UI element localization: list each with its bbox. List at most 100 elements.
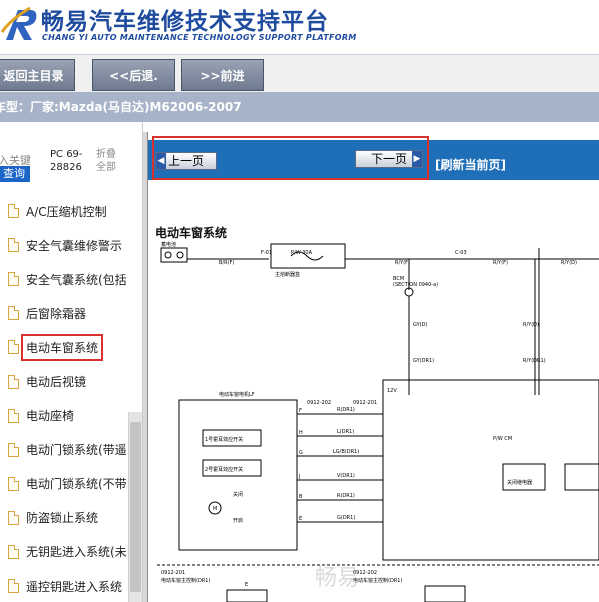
document-icon <box>8 204 19 219</box>
app-subtitle: CHANG YI AUTO MAINTENANCE TECHNOLOGY SUP… <box>42 33 357 42</box>
diagram-label: GY(DR1) <box>413 358 434 364</box>
refresh-page-link[interactable]: [刷新当前页] <box>435 156 506 173</box>
sidebar-scrollbar[interactable] <box>128 412 142 602</box>
list-item-label: 电动车窗系统 <box>20 333 104 361</box>
diagram-label: L(DR1) <box>337 429 354 435</box>
diagram-label: 电动车窗主控制(DR1) <box>161 577 210 584</box>
diagram-label: (SECTION 0940-a) <box>393 282 438 288</box>
diagram-label: P/W 30A <box>291 250 313 256</box>
list-item[interactable]: 电动门锁系统(不带 <box>0 467 128 501</box>
list-item-label: 后窗除霜器 <box>26 306 87 321</box>
arrow-left-icon: ◀ <box>156 153 166 169</box>
diagram-label: 关闭 <box>233 491 243 498</box>
list-item-label: A/C压缩机控制 <box>26 204 107 219</box>
diagram-label: LG/B(DR1) <box>333 449 359 455</box>
diagram-label: H <box>299 430 303 436</box>
list-item[interactable]: 电动后视镜 <box>0 364 128 398</box>
diagram-label: 主熔断器盒 <box>275 271 300 278</box>
arrow-right-icon: ▶ <box>412 151 422 167</box>
diagram-label: E <box>299 516 302 522</box>
scrollbar-thumb[interactable] <box>130 422 141 592</box>
diagram-label: 1号霍耳效应开关 <box>205 436 243 443</box>
list-item[interactable]: 电动座椅 <box>0 399 128 433</box>
diagram-label: R(DR1) <box>337 407 355 413</box>
diagram-label: R/Y(DR1) <box>523 358 546 364</box>
document-icon <box>8 544 19 559</box>
watermark: 畅易 <box>315 566 360 591</box>
diagram-label: 0912-202 <box>307 400 331 406</box>
search-area: 入关键 查询 PC 69- 28826 折叠 全部 <box>0 122 142 188</box>
home-button[interactable]: 返回主目录 <box>0 59 75 91</box>
platform-logo <box>0 6 37 40</box>
list-item-label: 遥控钥匙进入系统 <box>26 579 123 594</box>
diagram-label: R/Y(D) <box>561 260 577 266</box>
diagram-label: C-03 <box>455 250 467 256</box>
document-icon <box>8 340 19 355</box>
diagram-label: V(DR1) <box>337 473 355 479</box>
list-item-label: 无钥匙进入系统(未 <box>26 545 127 560</box>
list-item[interactable]: 防盗锁止系统 <box>0 501 128 535</box>
query-button[interactable]: 查询 <box>0 166 30 182</box>
pc-code: PC 69- 28826 <box>50 149 83 173</box>
diagram-label: G <box>299 450 303 456</box>
list-item[interactable]: 后窗除霜器 <box>0 296 128 330</box>
diagram-label: 蓄电池 <box>161 241 176 248</box>
diagram-label: 电动车窗主控制(DR1) <box>353 577 402 584</box>
topic-list: A/C压缩机控制 安全气囊维修警示 安全气囊系统(包括 后窗除霜器 电动车窗系统… <box>0 194 128 602</box>
list-item[interactable]: 安全气囊系统(包括 <box>0 262 128 296</box>
wiring-diagram: 蓄电池 F-01 P/W 30A 主熔断器盒 C-03 BCM (SECTION… <box>157 241 599 602</box>
diagram-label: B <box>299 494 303 500</box>
list-item[interactable]: 遥控钥匙进入系统 <box>0 569 128 602</box>
document-icon <box>8 238 19 253</box>
diagram-label: J <box>298 474 300 480</box>
list-item[interactable]: 安全气囊维修警示 <box>0 228 128 262</box>
diagram-label: P/W CM <box>493 436 512 442</box>
document-icon <box>8 579 19 594</box>
diagram-label: R/Y(F) <box>493 260 508 266</box>
diagram-label: F-01 <box>261 250 272 256</box>
document-icon <box>8 510 19 525</box>
diagram-label: R/Y(F) <box>395 260 410 266</box>
list-item-label: 安全气囊维修警示 <box>26 238 123 253</box>
previous-page-label: 上一页 <box>167 154 204 168</box>
document-icon <box>8 442 19 457</box>
sidebar: 入关键 查询 PC 69- 28826 折叠 全部 A/C压缩机控制 安全气囊维… <box>0 122 143 602</box>
list-item[interactable]: 无钥匙进入系统(未 <box>0 535 128 569</box>
list-item-label: 电动座椅 <box>26 409 75 424</box>
diagram-label: G(DR1) <box>337 515 355 521</box>
diagram-label: R(DR1) <box>337 493 355 499</box>
navigation-bar: 返回主目录 <<后退. >>前进 <box>0 54 599 92</box>
previous-page-button[interactable]: ◀ 上一页 <box>155 152 217 170</box>
back-button[interactable]: <<后退. <box>92 59 175 91</box>
forward-button[interactable]: >>前进 <box>181 59 264 91</box>
document-icon <box>8 476 19 491</box>
diagram-label: B/R(F) <box>219 260 234 266</box>
list-item-label: 安全气囊系统(包括 <box>26 272 127 287</box>
diagram-label: GY(D) <box>413 322 427 328</box>
app-header: 畅易汽车维修技术支持平台 CHANG YI AUTO MAINTENANCE T… <box>0 0 599 54</box>
diagram-label: 0912-201 <box>161 570 185 576</box>
document-icon <box>8 272 19 287</box>
list-item[interactable]: A/C压缩机控制 <box>0 194 128 228</box>
list-item-selected[interactable]: 电动车窗系统 <box>0 330 128 364</box>
diagram-label: 电动车窗电机LF <box>219 391 255 398</box>
next-page-label: 下一页 <box>370 152 407 166</box>
diagram-label: E <box>245 582 248 588</box>
list-item-label: 电动门锁系统(不带 <box>26 477 127 492</box>
app-title: 畅易汽车维修技术支持平台 <box>41 9 329 35</box>
diagram-label: 0912-201 <box>353 400 377 406</box>
diagram-label: 开启 <box>233 517 243 524</box>
diagram-label: R/Y(D) <box>523 322 539 328</box>
collapse-all-link[interactable]: 折叠 全部 <box>96 148 116 174</box>
diagram-label: 关闭继电器 <box>507 479 532 486</box>
diagram-label: M <box>213 506 217 512</box>
document-icon <box>8 306 19 321</box>
diagram-label: F <box>299 408 302 414</box>
next-page-button[interactable]: 下一页 ▶ <box>355 150 423 168</box>
list-item[interactable]: 电动门锁系统(带遥 <box>0 433 128 467</box>
diagram-title: 电动车窗系统 <box>155 226 228 240</box>
document-icon <box>8 408 19 423</box>
vehicle-model-text: 车型：厂家:Mazda(马自达)M62006-2007 <box>0 100 242 114</box>
document-icon <box>8 374 19 389</box>
list-item-label: 电动后视镜 <box>26 375 87 390</box>
